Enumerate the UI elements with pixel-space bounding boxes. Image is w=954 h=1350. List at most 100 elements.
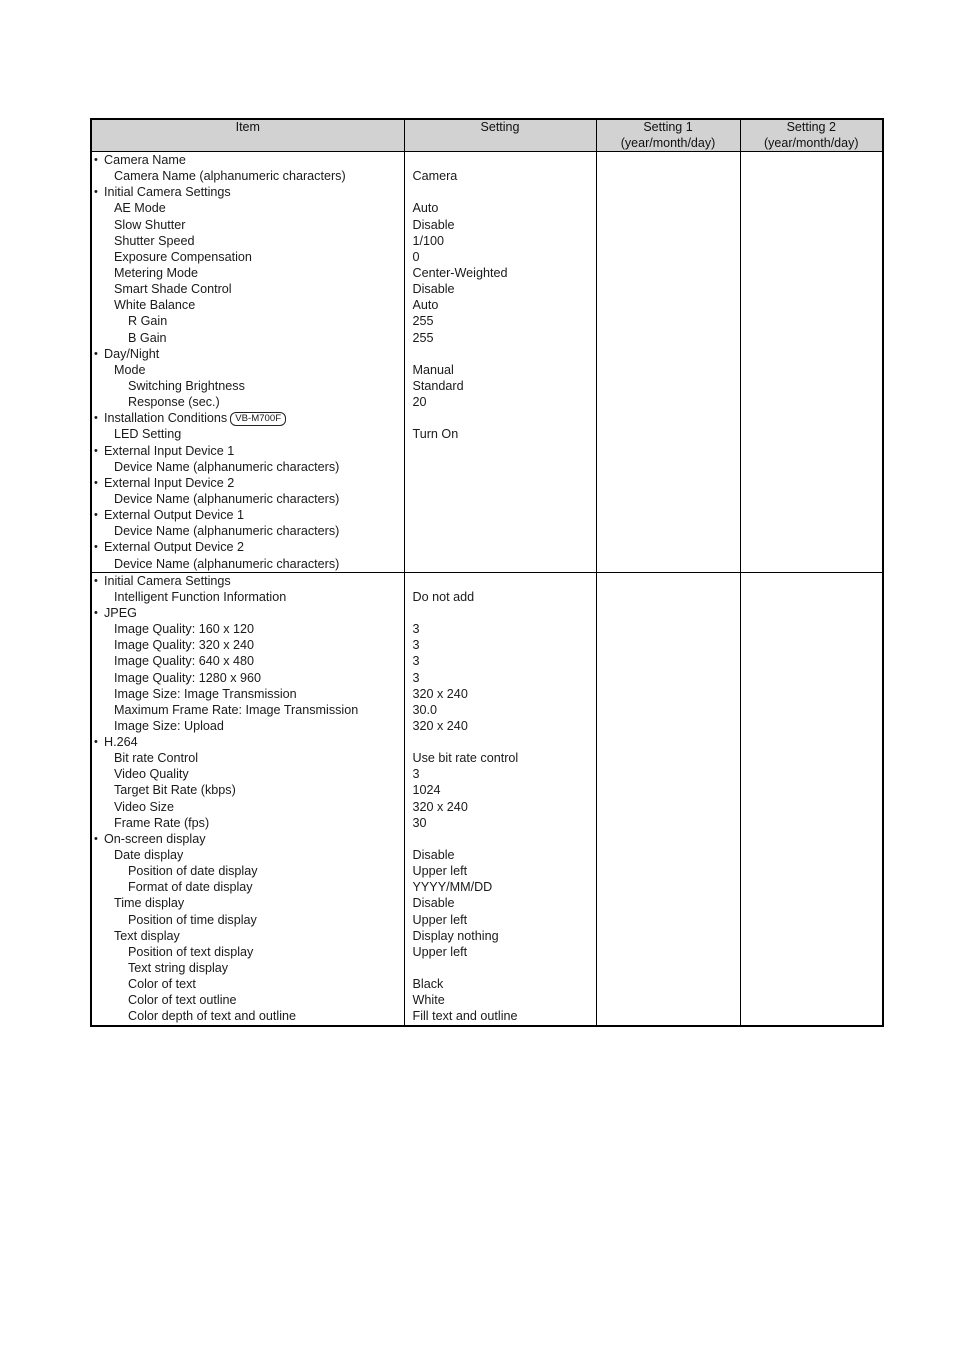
setting1-cell[interactable]: [595, 571, 741, 1027]
fillin-line-empty: [749, 960, 883, 976]
fillin-line-empty: [749, 670, 883, 686]
item-line: Device Name (alphanumeric characters): [92, 556, 404, 572]
fillin-line-empty: [605, 217, 740, 233]
item-label: LED Setting: [114, 427, 182, 442]
setting-line: Do not add: [412, 589, 475, 604]
fillin-line-empty: [605, 200, 740, 216]
fillin-line-empty: [605, 313, 740, 329]
item-line: R Gain: [92, 313, 404, 329]
fillin-line-empty: [749, 847, 883, 863]
fillin-line-empty: [749, 265, 883, 281]
fillin-line-empty: [749, 168, 883, 184]
item-label: Camera Name (alphanumeric characters): [114, 169, 346, 184]
setting1-cell[interactable]: [595, 151, 741, 573]
fillin-line-empty: [605, 475, 740, 491]
fillin-line-empty: [749, 426, 883, 442]
fillin-line-empty: [749, 200, 883, 216]
item-label: External Input Device 2: [104, 475, 235, 490]
setting-line-empty: [413, 491, 596, 507]
item-label: Bit rate Control: [114, 751, 198, 766]
fillin-line-empty: [749, 879, 883, 895]
fillin-line-empty: [749, 653, 883, 669]
setting-line-empty: [413, 573, 596, 589]
item-line: JPEG: [92, 605, 404, 621]
fillin-line-empty: [605, 362, 740, 378]
fillin-line-empty: [749, 313, 883, 329]
setting-line: 255: [412, 330, 434, 345]
column-header-setting-label: Setting: [480, 120, 520, 134]
fillin-line-empty: [605, 863, 740, 879]
fillin-line-empty: [749, 831, 883, 847]
table-row: Initial Camera SettingsIntelligent Funct…: [90, 571, 884, 1027]
fillin-line-empty: [605, 750, 740, 766]
fillin-line-empty: [605, 168, 740, 184]
item-label: Text display: [114, 928, 180, 943]
item-label: H.264: [104, 735, 138, 750]
setting-line: Disable: [412, 848, 455, 863]
item-label: Device Name (alphanumeric characters): [114, 459, 340, 474]
setting-line-empty: [413, 507, 596, 523]
item-line: Metering Mode: [92, 265, 404, 281]
fillin-line-empty: [749, 863, 883, 879]
fillin-line-empty: [749, 686, 883, 702]
fillin-line-empty: [749, 589, 883, 605]
item-label: R Gain: [128, 314, 168, 329]
fillin-line-empty: [605, 621, 740, 637]
fillin-line-empty: [605, 378, 740, 394]
fillin-line-empty: [605, 944, 740, 960]
setting-line-empty: [413, 410, 596, 426]
item-line: Video Size: [92, 799, 404, 815]
item-label: Intelligent Function Information: [114, 589, 287, 604]
setting-line: Disable: [412, 896, 455, 911]
item-line: External Input Device 1: [92, 443, 404, 459]
fillin-line-empty: [749, 992, 883, 1008]
fillin-line-empty: [605, 330, 740, 346]
item-line: Device Name (alphanumeric characters): [92, 491, 404, 507]
setting2-cell[interactable]: [739, 151, 884, 573]
item-line: Frame Rate (fps): [92, 815, 404, 831]
item-line: Device Name (alphanumeric characters): [92, 459, 404, 475]
setting-line: Auto: [412, 298, 439, 313]
fillin-line-empty: [605, 831, 740, 847]
item-line: Position of time display: [92, 912, 404, 928]
fillin-line-empty: [749, 523, 883, 539]
fillin-line-empty: [605, 459, 740, 475]
fillin-line-empty: [605, 1008, 740, 1024]
item-label: Position of date display: [128, 864, 258, 879]
fillin-line-empty: [605, 443, 740, 459]
setting-line: Disable: [412, 282, 455, 297]
item-label: JPEG: [104, 605, 137, 620]
item-label: Shutter Speed: [114, 233, 195, 248]
setting-line: Upper left: [412, 912, 468, 927]
item-label: Mode: [114, 362, 146, 377]
item-line: Bit rate Control: [92, 750, 404, 766]
fillin-line-empty: [605, 847, 740, 863]
fillin-line-empty: [749, 233, 883, 249]
item-line: Text string display: [92, 960, 404, 976]
fillin-line-empty: [749, 152, 883, 168]
fillin-line-empty: [605, 589, 740, 605]
setting-line: 20: [412, 395, 427, 410]
item-label: Device Name (alphanumeric characters): [114, 491, 340, 506]
item-cell: Initial Camera SettingsIntelligent Funct…: [90, 571, 405, 1027]
fillin-line-empty: [605, 184, 740, 200]
fillin-line-empty: [749, 605, 883, 621]
table-row: Camera Name Camera Name (alphanumeric cha…: [90, 151, 884, 573]
fillin-line-empty: [749, 750, 883, 766]
item-line: Position of date display: [92, 863, 404, 879]
item-line: White Balance: [92, 297, 404, 313]
column-header-setting2: Setting 2 (year/month/day): [739, 118, 884, 152]
setting-line: Camera: [412, 169, 458, 184]
fillin-line-empty: [749, 249, 883, 265]
fillin-line-empty: [605, 410, 740, 426]
item-line: On-screen display: [92, 831, 404, 847]
fillin-line-empty: [749, 281, 883, 297]
item-label: Metering Mode: [114, 265, 198, 280]
setting2-cell[interactable]: [739, 571, 884, 1027]
setting-line: 30: [412, 815, 427, 830]
fillin-line-empty: [605, 637, 740, 653]
fillin-line-empty: [605, 249, 740, 265]
column-header-item-label: Item: [235, 120, 260, 134]
item-line: External Output Device 1: [92, 507, 404, 523]
item-label: Initial Camera Settings: [104, 185, 231, 200]
